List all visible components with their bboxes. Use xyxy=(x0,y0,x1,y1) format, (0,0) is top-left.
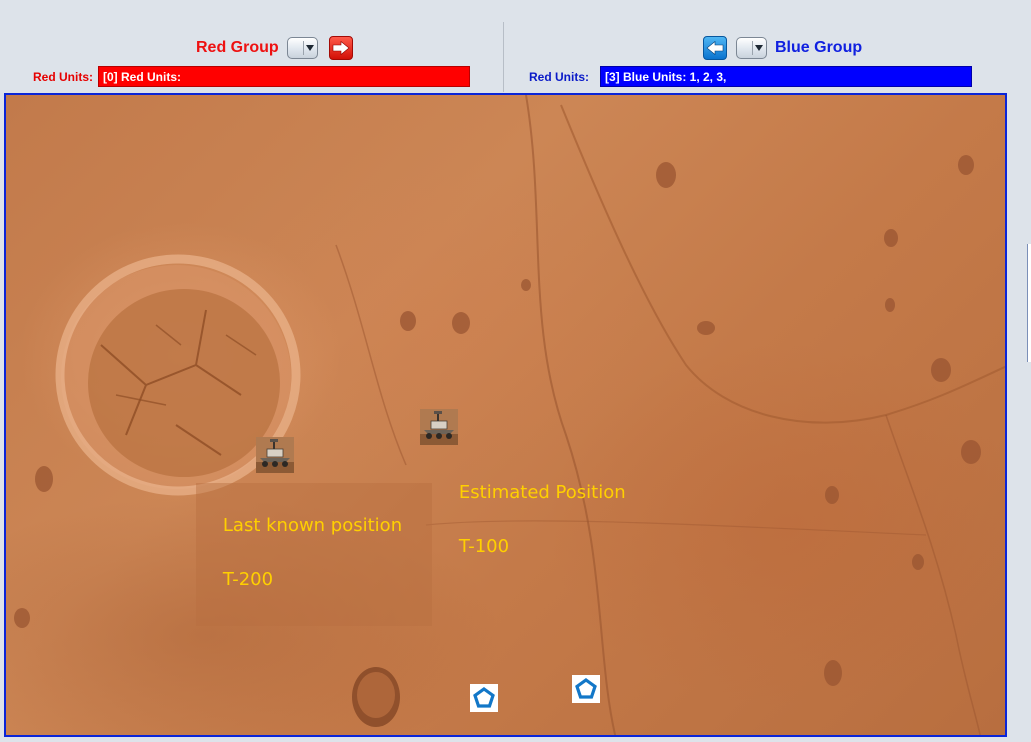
right-arrow-icon xyxy=(332,41,350,55)
blue-group-dropdown[interactable] xyxy=(736,37,767,59)
estimated-position-time: T-100 xyxy=(458,536,510,557)
left-arrow-icon xyxy=(706,41,724,55)
blue-unit-marker[interactable] xyxy=(572,675,600,703)
estimated-position-label: Estimated Position T-100 xyxy=(436,452,626,587)
mars-map[interactable]: Last known position T-200 Estimated Posi… xyxy=(4,93,1007,737)
top-panel: Red Group Red Units: [0] Red Units: Blue… xyxy=(0,0,1031,92)
next-group-button[interactable] xyxy=(329,36,353,60)
terrain-overlay xyxy=(14,95,1005,735)
prev-group-button[interactable] xyxy=(703,36,727,60)
rover-icon xyxy=(256,437,294,473)
rover-marker-estimated[interactable] xyxy=(420,409,458,445)
chevron-down-icon xyxy=(755,45,763,51)
dropdown-separator xyxy=(752,41,753,55)
pentagon-icon xyxy=(572,675,600,703)
red-group-title: Red Group xyxy=(196,39,279,56)
blue-units-field[interactable]: [3] Blue Units: 1, 2, 3, xyxy=(600,66,972,87)
chevron-down-icon xyxy=(306,45,314,51)
blue-unit-marker[interactable] xyxy=(470,684,498,712)
red-units-label: Red Units: xyxy=(33,70,93,84)
blue-group-title: Blue Group xyxy=(775,39,863,56)
pentagon-icon xyxy=(470,684,498,712)
group-divider xyxy=(503,22,504,92)
rover-marker-last-known[interactable] xyxy=(256,437,294,473)
side-panel-handle[interactable] xyxy=(1027,244,1031,362)
last-known-position-label: Last known position T-200 xyxy=(196,483,433,626)
estimated-position-text: Estimated Position xyxy=(458,482,626,503)
blue-units-label: Red Units: xyxy=(529,70,589,84)
last-known-position-time: T-200 xyxy=(222,569,274,590)
red-group-dropdown[interactable] xyxy=(287,37,318,59)
last-known-position-text: Last known position xyxy=(222,515,403,536)
red-units-field[interactable]: [0] Red Units: xyxy=(98,66,470,87)
rover-icon xyxy=(420,409,458,445)
dropdown-separator xyxy=(303,41,304,55)
